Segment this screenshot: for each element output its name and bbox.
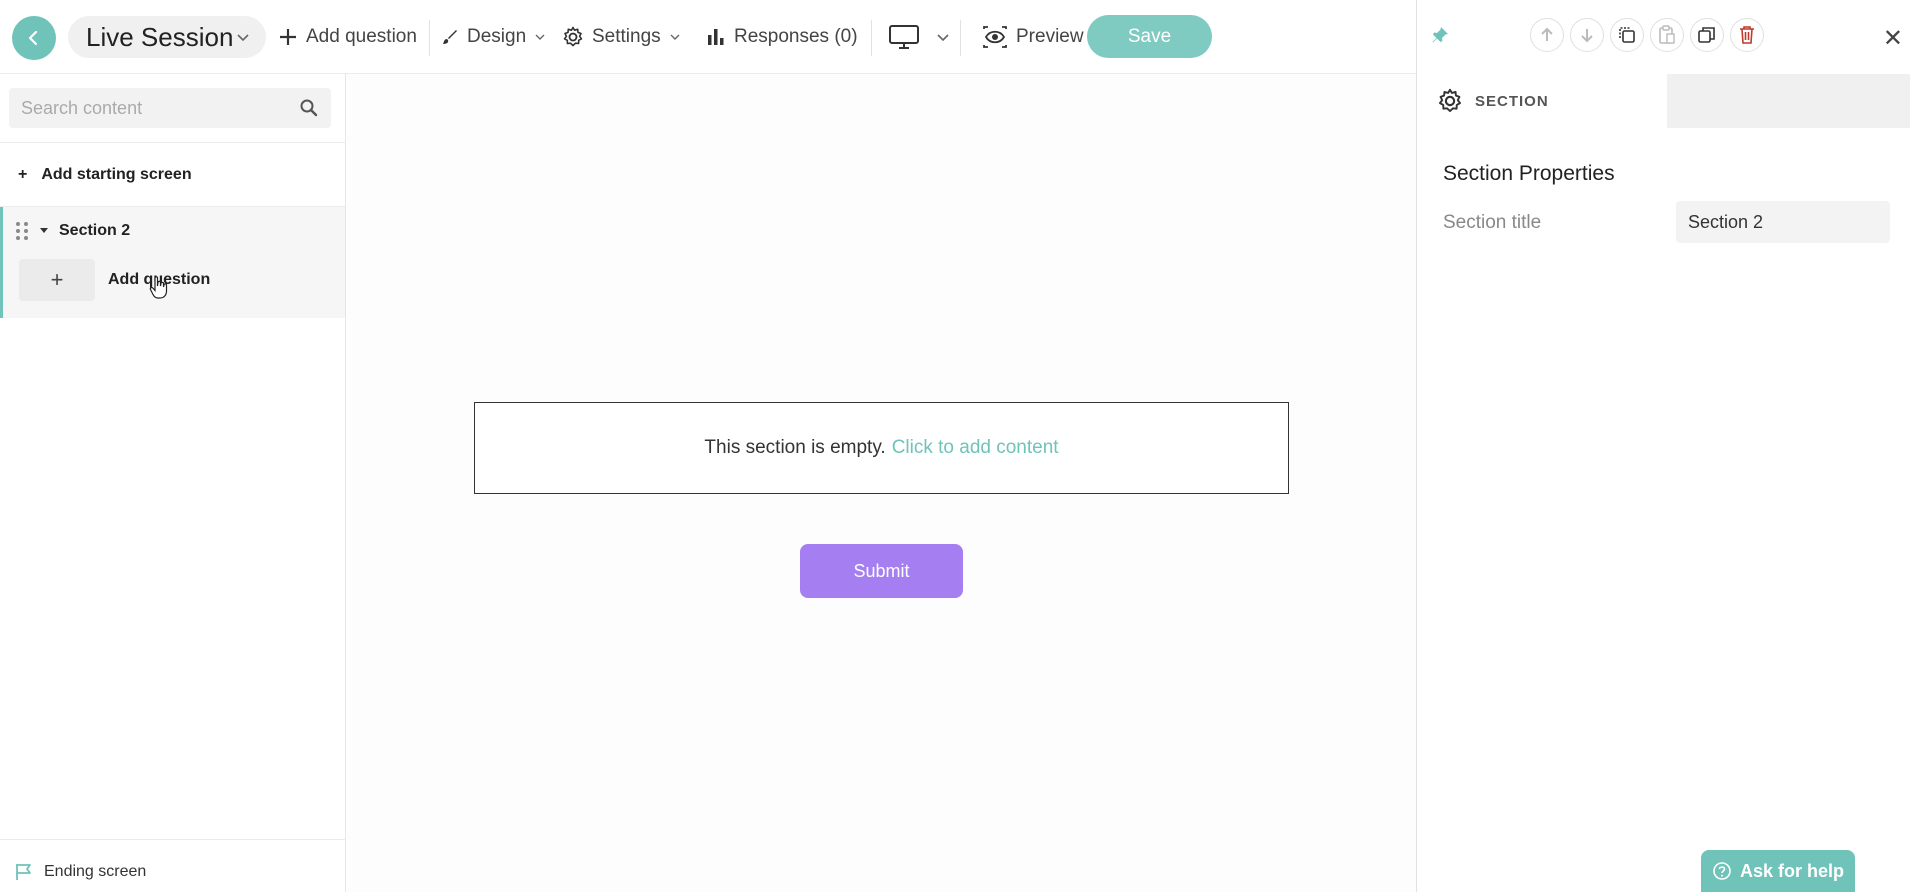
ask-for-help-button[interactable]: Ask for help (1701, 850, 1855, 892)
plus-icon: + (19, 259, 95, 301)
section-item[interactable]: Section 2 + Add question (0, 207, 345, 318)
delete-button[interactable] (1730, 18, 1764, 52)
duplicate-icon (1698, 27, 1715, 43)
settings-menu[interactable]: Settings (562, 22, 681, 52)
bar-chart-icon (708, 29, 724, 45)
section-name: Section 2 (59, 222, 131, 239)
form-canvas: This section is empty. Click to add cont… (347, 74, 1416, 892)
empty-section-box[interactable]: This section is empty. Click to add cont… (474, 402, 1289, 494)
section-title-input[interactable] (1676, 201, 1890, 243)
chevron-left-icon (28, 30, 38, 46)
toolbar-divider (429, 20, 430, 56)
search-input[interactable] (21, 97, 291, 119)
add-starting-screen-label: Add starting screen (41, 166, 192, 183)
toolbar-divider (871, 20, 872, 56)
ask-for-help-label: Ask for help (1739, 860, 1845, 881)
chevron-down-icon (535, 34, 545, 40)
clipboard-icon (1659, 25, 1675, 44)
copy-icon (1619, 27, 1635, 43)
trash-icon (1740, 26, 1754, 44)
search-box (9, 88, 331, 128)
tab-section[interactable]: SECTION (1417, 74, 1667, 128)
chevron-down-icon (670, 34, 680, 40)
question-circle-icon (1713, 862, 1731, 880)
duplicate-button[interactable] (1690, 18, 1724, 52)
flag-icon (16, 864, 31, 880)
add-question-label: Add question (306, 26, 417, 47)
desktop-icon (889, 25, 919, 49)
submit-button[interactable]: Submit (800, 544, 963, 598)
section-title-label: Section title (1443, 212, 1542, 233)
panel-toolbar: ✕ (1417, 0, 1910, 74)
panel-tabs: SECTION (1417, 74, 1910, 128)
plus-icon (280, 29, 296, 45)
hand-pointer-cursor-icon (149, 276, 168, 299)
move-down-button[interactable] (1570, 18, 1604, 52)
section-properties-title: Section Properties (1443, 162, 1615, 185)
eye-preview-icon (983, 26, 1007, 48)
add-content-link[interactable]: Click to add content (892, 437, 1059, 459)
sidebar-divider (0, 142, 346, 143)
responses-label: Responses (0) (734, 26, 858, 47)
tab-section-label: SECTION (1475, 92, 1549, 110)
gear-icon (563, 26, 583, 47)
plus-icon: + (18, 166, 28, 183)
settings-label: Settings (592, 26, 661, 47)
ending-screen-button[interactable]: Ending screen (14, 862, 146, 882)
search-icon[interactable] (299, 98, 319, 118)
device-preview-dropdown[interactable] (888, 22, 950, 52)
survey-title: Live Session (86, 21, 234, 52)
design-menu[interactable]: Design (441, 22, 546, 52)
move-up-button[interactable] (1530, 18, 1564, 52)
close-icon[interactable]: ✕ (1883, 24, 1903, 53)
design-label: Design (467, 26, 527, 47)
arrow-down-icon (1581, 29, 1593, 43)
preview-button[interactable]: Preview (982, 22, 1084, 52)
add-starting-screen-button[interactable]: + Add starting screen (18, 166, 192, 184)
chevron-down-icon (237, 34, 249, 42)
drag-handle-icon[interactable] (15, 221, 29, 241)
gear-icon (1439, 88, 1461, 112)
survey-title-dropdown[interactable]: Live Session (68, 16, 266, 58)
sidebar-divider (0, 839, 346, 840)
top-toolbar: Live Session Add question Design Setting… (0, 0, 1416, 74)
brush-icon (443, 30, 457, 44)
responses-button[interactable]: Responses (0) (706, 22, 858, 52)
preview-label: Preview (1016, 26, 1084, 47)
ending-screen-label: Ending screen (44, 863, 147, 880)
copy-button[interactable] (1610, 18, 1644, 52)
caret-down-icon[interactable] (39, 226, 49, 236)
arrow-up-icon (1541, 27, 1553, 41)
toolbar-divider (960, 20, 961, 56)
content-sidebar: + Add starting screen Section 2 + Add qu… (0, 74, 346, 892)
paste-button[interactable] (1650, 18, 1684, 52)
section-add-question-button[interactable]: + Add question (19, 259, 210, 301)
add-question-button[interactable]: Add question (278, 22, 417, 52)
empty-section-text: This section is empty. (704, 437, 886, 458)
back-button[interactable] (12, 16, 56, 60)
section-header[interactable]: Section 2 (15, 221, 130, 241)
chevron-down-icon (937, 34, 949, 42)
properties-panel: ✕ SECTION Section Properties Section tit… (1416, 0, 1910, 892)
pin-icon[interactable] (1431, 26, 1449, 44)
save-button[interactable]: Save (1087, 15, 1212, 58)
